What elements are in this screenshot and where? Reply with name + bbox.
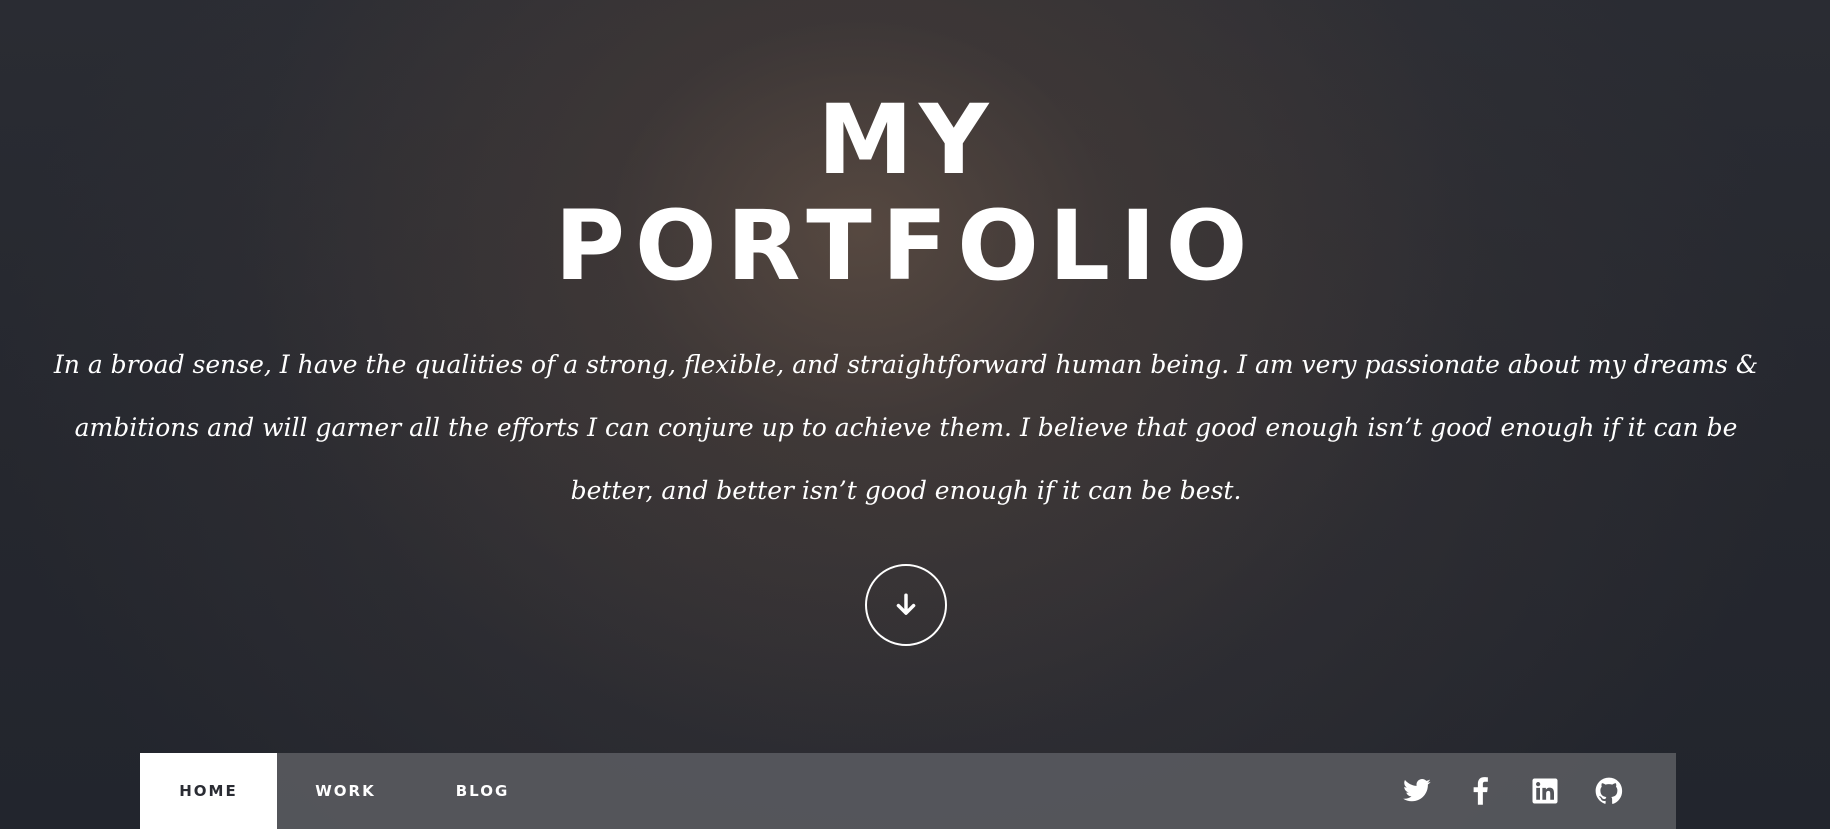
facebook-link[interactable] (1465, 775, 1497, 807)
twitter-icon (1403, 779, 1431, 802)
nav-item-blog[interactable]: BLOG (414, 753, 551, 829)
github-icon (1595, 777, 1623, 804)
github-link[interactable] (1593, 775, 1625, 807)
hero-title-line-2: PORTFOLIO (554, 190, 1258, 302)
hero-intro-text: In a broad sense, I have the qualities o… (53, 350, 1759, 505)
nav-item-home[interactable]: HOME (140, 753, 277, 829)
linkedin-icon (1532, 778, 1558, 804)
facebook-icon (1473, 777, 1488, 805)
twitter-link[interactable] (1401, 775, 1433, 807)
arrow-down-icon (896, 593, 916, 615)
nav-item-work[interactable]: WORK (277, 753, 414, 829)
scroll-down-button[interactable] (865, 564, 947, 646)
hero-section: MY PORTFOLIO In a broad sense, I have th… (0, 0, 1830, 829)
main-navbar: HOME WORK BLOG (140, 753, 1676, 829)
hero-title-line-1: MY (817, 84, 995, 196)
linkedin-link[interactable] (1529, 775, 1561, 807)
